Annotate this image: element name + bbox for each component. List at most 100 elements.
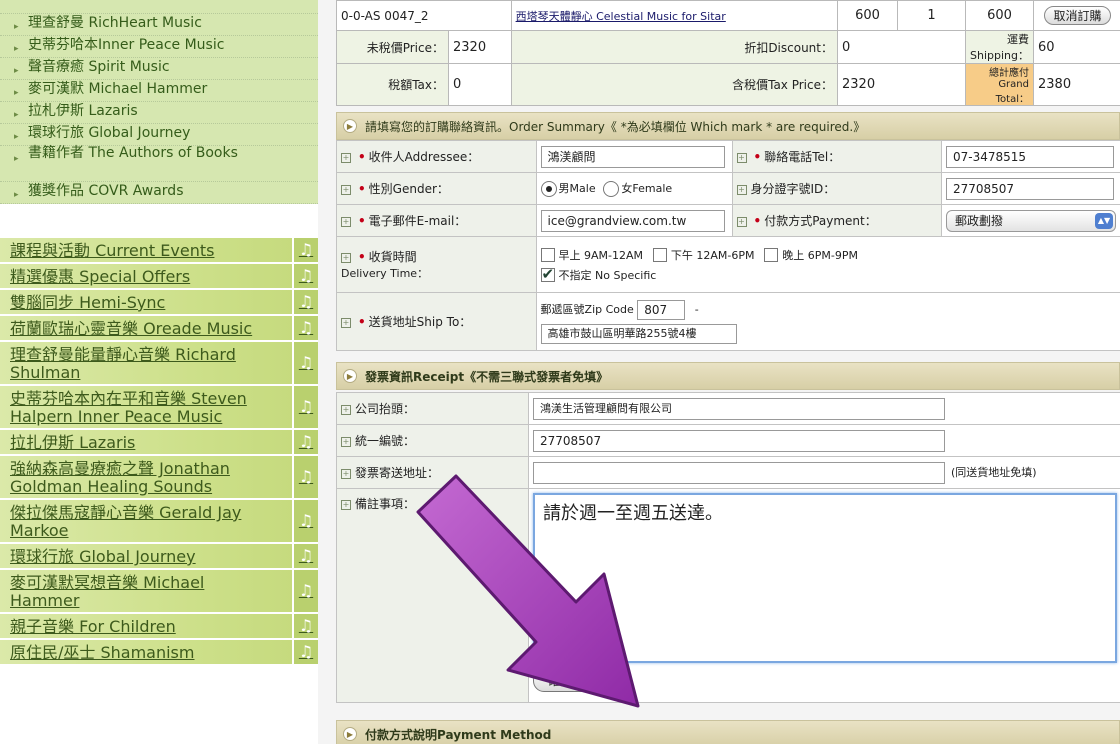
company-input-cell: 鴻渼生活管理顧問有限公司 <box>528 392 1120 425</box>
delivery-label-en: Delivery Time： <box>341 267 429 280</box>
mail-field[interactable] <box>533 461 945 484</box>
address-field[interactable]: 高雄市鼓山區明華路255號4樓 <box>540 323 737 344</box>
zip-dash: - <box>694 302 699 316</box>
sidebar-sub-item[interactable]: ▸ 拉札伊斯 Lazaris <box>0 102 318 124</box>
sidebar-sub-list: ▸ 理查舒曼 RichHeart Music ▸ 史蒂芬哈本Inner Peace … <box>0 0 318 204</box>
receipt-section-title: 發票資訊Receipt《不需三聯式發票者免填》 <box>365 369 609 384</box>
form-row: + • 送貨地址Ship To： 郵遞區號Zip Code 807 - 高雄市鼓山區… <box>336 292 1120 351</box>
form-row: + 備註事項： 請於週一至週五送達。 確定 / OK <box>336 488 1120 703</box>
gender-female-label: 女Female <box>621 182 673 196</box>
tax-label: 稅額Tax： <box>336 63 449 106</box>
required-mark: • <box>358 214 366 228</box>
sidebar-main-item[interactable]: 理查舒曼能量靜心音樂 Richard Shulman ♫ <box>0 342 318 386</box>
company-label-cell: + 公司抬頭： <box>336 392 529 425</box>
gender-male-radio[interactable] <box>540 180 557 197</box>
sidebar-main-item[interactable]: 原住民/巫士 Shamanism ♫ <box>0 640 318 666</box>
play-circle-icon: ▶ <box>343 369 357 383</box>
pretax-value: 2320 <box>448 30 512 64</box>
form-row: + 統一編號： 27708507 <box>336 424 1120 457</box>
sidebar-main-item[interactable]: 史蒂芬哈本內在平和音樂 Steven Halpern Inner Peace M… <box>0 386 318 430</box>
remark-textarea[interactable]: 請於週一至週五送達。 <box>533 493 1117 663</box>
ok-button[interactable]: 確定 / OK <box>533 669 616 692</box>
gender-options-cell: 男Male 女Female <box>535 172 733 205</box>
payment-method-section-header: ▶ 付款方式說明Payment Method <box>336 720 1120 744</box>
sidebar-sub-item[interactable]: ▸ 理查舒曼 RichHeart Music <box>0 14 318 36</box>
form-row: + • 電子郵件E-mail： ice@grandview.com.tw + • 付款方… <box>336 204 1120 237</box>
music-note-icon: ♫ <box>292 342 318 384</box>
tel-field[interactable]: 07-3478515 <box>945 145 1114 168</box>
sidebar-sub-item[interactable]: ▸ 環球行旅 Global Journey <box>0 124 318 146</box>
mail-note: (同送貨地址免填) <box>951 466 1037 479</box>
sidebar-main-item-label: 荷蘭歐瑞心靈音樂 Oreade Music <box>10 319 253 338</box>
music-note-icon: ♫ <box>292 386 318 428</box>
sidebar-main-item-label: 麥可漢默冥想音樂 Michael Hammer <box>10 573 205 610</box>
remark-cell: 請於週一至週五送達。 確定 / OK <box>528 488 1120 703</box>
plus-box-icon: + <box>341 152 351 163</box>
sidebar-sub-item[interactable]: ▸ 史蒂芬哈本Inner Peace Music <box>0 36 318 58</box>
sidebar-main-item[interactable]: 麥可漢默冥想音樂 Michael Hammer ♫ <box>0 570 318 614</box>
delivery-label-cell: + • 收貨時間 Delivery Time： <box>336 236 537 293</box>
form-row: + 公司抬頭： 鴻渼生活管理顧問有限公司 <box>336 392 1120 425</box>
delivery-evening-checkbox[interactable] <box>764 248 779 262</box>
gender-female-radio[interactable] <box>603 180 620 197</box>
id-label-cell: + 身分證字號ID： <box>731 172 942 205</box>
sidebar-main-item-label: 傑拉傑馬寇靜心音樂 Gerald Jay Markoe <box>10 503 242 540</box>
id-label: 身分證字號ID： <box>750 182 836 196</box>
form-row: + • 性別Gender： 男Male 女Female + 身分證字號ID： 2770… <box>336 172 1120 205</box>
email-field[interactable]: ice@grandview.com.tw <box>540 209 725 232</box>
pretax-label: 未稅價Price： <box>336 30 449 64</box>
taxid-input-cell: 27708507 <box>528 424 1120 457</box>
sidebar-main-item[interactable]: 親子音樂 For Children ♫ <box>0 614 318 640</box>
taxid-field[interactable]: 27708507 <box>533 429 945 452</box>
mail-input-cell: (同送貨地址免填) <box>528 456 1120 489</box>
delivery-afternoon-checkbox[interactable] <box>652 248 667 262</box>
sidebar-main-item[interactable]: 雙腦同步 Hemi-Sync ♫ <box>0 290 318 316</box>
sidebar-sub-item-label: 聲音療癒 Spirit Music <box>28 59 170 75</box>
sidebar-sub-item[interactable]: ▸ 獲獎作品 COVR Awards <box>0 182 318 204</box>
shipto-cell: 郵遞區號Zip Code 807 - 高雄市鼓山區明華路255號4樓 <box>535 292 1120 351</box>
payment-select-cell: 郵政劃撥 ▲▼ <box>940 204 1120 237</box>
payment-select[interactable]: 郵政劃撥 ▲▼ <box>945 209 1116 232</box>
music-note-icon: ♫ <box>292 456 318 498</box>
zip-field[interactable]: 807 <box>637 299 686 320</box>
remark-label-cell: + 備註事項： <box>336 488 529 703</box>
sidebar-main-item-label: 精選優惠 Special Offers <box>10 267 191 286</box>
order-summary-table: 0-0-AS 0047_2 西塔琴天體靜心 Celestial Music fo… <box>336 0 1120 106</box>
id-field[interactable]: 27708507 <box>945 177 1114 200</box>
music-note-icon: ♫ <box>292 570 318 612</box>
sidebar-main-item[interactable]: 環球行旅 Global Journey ♫ <box>0 544 318 570</box>
grand-total-value: 2380 <box>1033 63 1120 106</box>
company-field[interactable]: 鴻渼生活管理顧問有限公司 <box>533 397 945 420</box>
form-row: + • 收件人Addressee： 鴻渼顧問 + • 聯絡電話Tel： 07-34785… <box>336 140 1120 173</box>
item-title-link[interactable]: 西塔琴天體靜心 Celestial Music for Sitar <box>516 10 726 23</box>
play-circle-icon: ▶ <box>343 119 357 133</box>
payment-label-cell: + • 付款方式Payment： <box>731 204 942 237</box>
music-note-icon: ♫ <box>292 238 318 262</box>
sidebar-main-item[interactable]: 課程與活動 Current Events ♫ <box>0 238 318 264</box>
delivery-morning-checkbox[interactable] <box>540 248 555 262</box>
sidebar-main-item[interactable]: 拉扎伊斯 Lazaris ♫ <box>0 430 318 456</box>
sidebar-main-item-label: 拉扎伊斯 Lazaris <box>10 433 136 452</box>
sidebar-main-item[interactable]: 精選優惠 Special Offers ♫ <box>0 264 318 290</box>
sidebar-sub-item-label: 獲獎作品 COVR Awards <box>28 183 184 199</box>
addressee-field[interactable]: 鴻渼顧問 <box>540 145 725 168</box>
triangle-icon: ▸ <box>14 190 19 200</box>
receipt-form-table: + 公司抬頭： 鴻渼生活管理顧問有限公司 + 統一編號： 27708507 + 發票寄… <box>336 392 1120 703</box>
sidebar-main-item[interactable]: 強納森高曼療癒之聲 Jonathan Goldman Healing Sound… <box>0 456 318 500</box>
cancel-cell: 取消訂購 <box>1033 0 1120 31</box>
company-label: 公司抬頭： <box>355 402 416 416</box>
plus-box-icon: + <box>341 216 351 227</box>
sidebar-sub-item[interactable]: ▸ 書籍作者 The Authors of Books <box>0 146 318 182</box>
sidebar-sub-item[interactable]: ▸ 麥可漢默 Michael Hammer <box>0 80 318 102</box>
sidebar-main-item-label: 史蒂芬哈本內在平和音樂 Steven Halpern Inner Peace M… <box>10 389 247 426</box>
sidebar-sub-item[interactable]: ▸ 聲音療癒 Spirit Music <box>0 58 318 80</box>
plus-box-icon: + <box>341 468 351 479</box>
email-label-cell: + • 電子郵件E-mail： <box>336 204 537 237</box>
tax-value: 0 <box>448 63 512 106</box>
payment-method-title: 付款方式說明Payment Method <box>365 727 552 742</box>
sidebar-main-item[interactable]: 傑拉傑馬寇靜心音樂 Gerald Jay Markoe ♫ <box>0 500 318 544</box>
cancel-order-button[interactable]: 取消訂購 <box>1044 6 1111 25</box>
sidebar-main-item[interactable]: 荷蘭歐瑞心靈音樂 Oreade Music ♫ <box>0 316 318 342</box>
sidebar-main-item-label: 原住民/巫士 Shamanism <box>10 643 195 662</box>
delivery-any-checkbox[interactable] <box>540 268 555 282</box>
